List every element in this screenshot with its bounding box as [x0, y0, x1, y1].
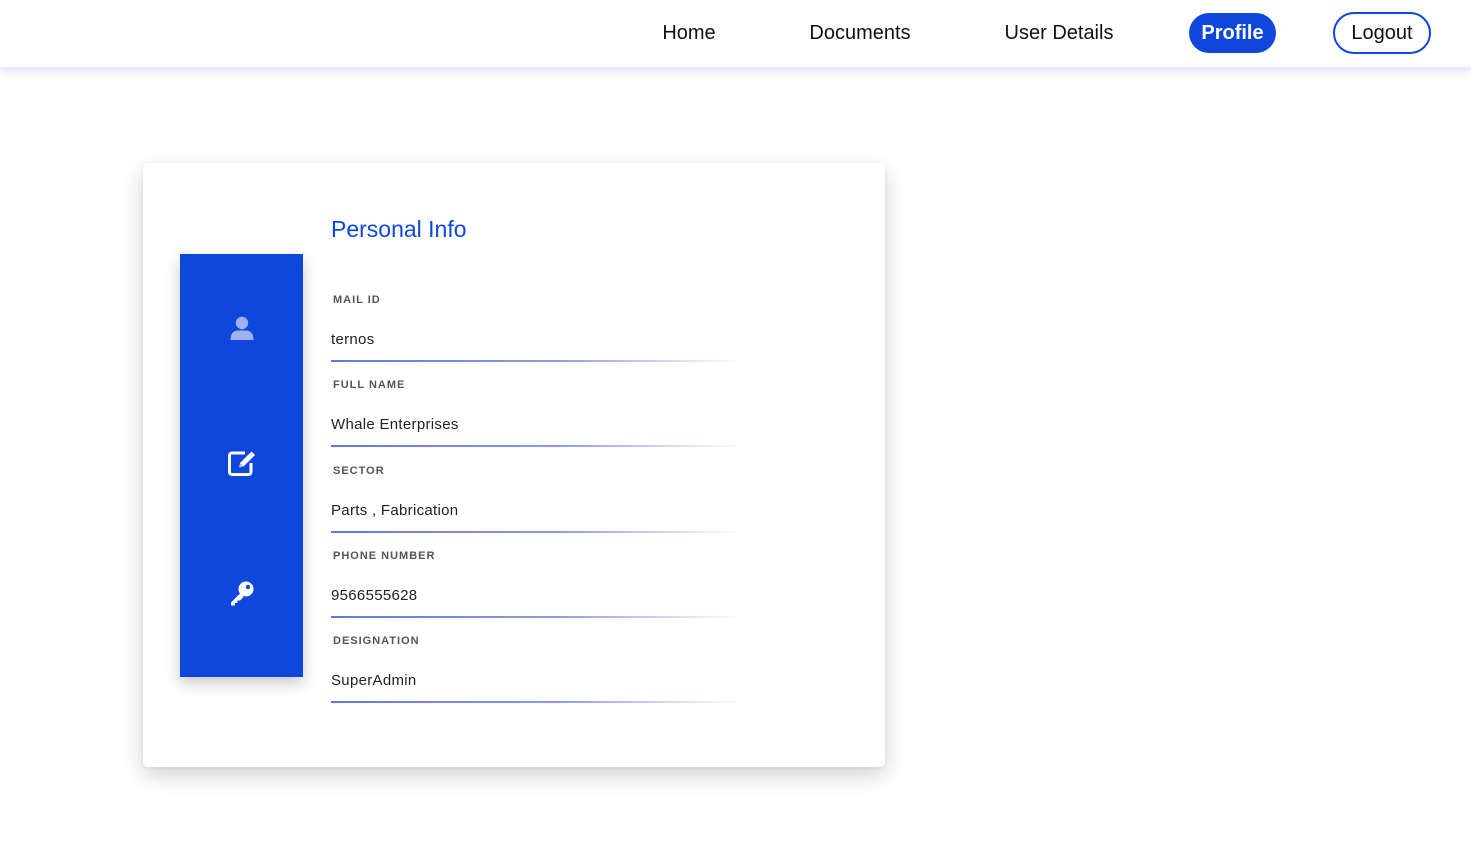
- personal-info-heading: Personal Info: [331, 216, 467, 242]
- top-navbar: Home Documents User Details Profile Logo…: [0, 0, 1471, 68]
- edit-icon[interactable]: [180, 446, 303, 480]
- full-name-field: FULL NAME Whale Enterprises: [331, 379, 743, 459]
- full-name-label: FULL NAME: [333, 379, 406, 391]
- field-underline: [331, 360, 741, 362]
- field-underline: [331, 616, 741, 618]
- sector-value: Parts , Fabrication: [331, 502, 459, 519]
- logout-button[interactable]: Logout: [1333, 12, 1431, 54]
- phone-number-field: PHONE NUMBER 9566555628: [331, 550, 743, 630]
- profile-side-panel: [180, 254, 303, 677]
- profile-card: Personal Info MAIL ID ternos FULL NAME W…: [143, 163, 885, 767]
- user-icon[interactable]: [180, 311, 303, 345]
- nav-documents-link[interactable]: Documents: [790, 13, 930, 53]
- key-icon[interactable]: [180, 576, 303, 610]
- designation-value: SuperAdmin: [331, 672, 417, 689]
- mail-id-field: MAIL ID ternos: [331, 294, 743, 374]
- phone-number-label: PHONE NUMBER: [333, 550, 436, 562]
- field-underline: [331, 445, 741, 447]
- designation-label: DESIGNATION: [333, 635, 420, 647]
- mail-id-value: ternos: [331, 331, 375, 348]
- designation-field: DESIGNATION SuperAdmin: [331, 635, 743, 715]
- sector-label: SECTOR: [333, 465, 385, 477]
- phone-number-value: 9566555628: [331, 587, 418, 604]
- field-underline: [331, 531, 741, 533]
- sector-field: SECTOR Parts , Fabrication: [331, 465, 743, 545]
- nav-home-link[interactable]: Home: [640, 13, 738, 53]
- full-name-value: Whale Enterprises: [331, 416, 459, 433]
- nav-profile-link[interactable]: Profile: [1189, 13, 1276, 53]
- nav-user-details-link[interactable]: User Details: [988, 13, 1130, 53]
- mail-id-label: MAIL ID: [333, 294, 381, 306]
- field-underline: [331, 701, 741, 703]
